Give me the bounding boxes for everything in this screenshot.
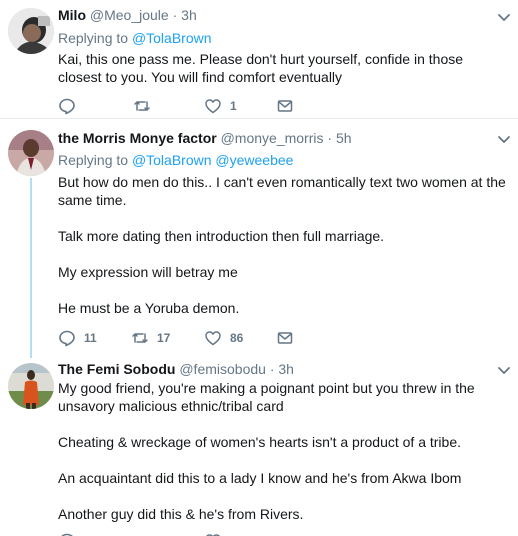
- timestamp[interactable]: 3h: [181, 7, 197, 23]
- display-name[interactable]: The Femi Sobodu: [58, 361, 175, 377]
- display-name[interactable]: the Morris Monye factor: [58, 130, 217, 146]
- handle[interactable]: @Meo_joule: [90, 7, 169, 23]
- thread-line: [30, 178, 32, 358]
- like-count: 86: [230, 331, 244, 345]
- tweet-paragraph: He must be a Yoruba demon.: [58, 300, 240, 316]
- tweet-paragraph: An acquaintant did this to a lady I know…: [58, 470, 462, 486]
- mention-link[interactable]: @TolaBrown: [132, 152, 212, 168]
- replying-to: Replying to @TolaBrown @yeweebee: [58, 152, 293, 168]
- like-button[interactable]: 1: [204, 96, 237, 116]
- tweet-header: Milo @Meo_joule · 3h: [58, 7, 197, 23]
- direct-message-button[interactable]: [276, 328, 294, 348]
- separator-dot: ·: [327, 130, 333, 146]
- tweet-paragraph: But how do men do this.. I can't even ro…: [58, 174, 506, 208]
- avatar[interactable]: [8, 8, 54, 54]
- chevron-down-icon[interactable]: [497, 13, 511, 23]
- tweet-paragraph: Kai, this one pass me. Please don't hurt…: [58, 51, 464, 85]
- avatar-image: [8, 130, 54, 176]
- like-icon: [205, 99, 221, 114]
- tweet-paragraph: Talk more dating then introduction then …: [58, 228, 385, 244]
- replying-to-label: Replying to: [58, 152, 129, 168]
- reply-button[interactable]: [58, 96, 84, 116]
- tweet-text: But how do men do this.. I can't even ro…: [58, 173, 510, 317]
- retweet-count: 17: [157, 331, 171, 345]
- tweet-paragraph: My good friend, you're making a poignant…: [58, 380, 475, 414]
- tweet-actions: 1: [58, 96, 358, 116]
- timestamp[interactable]: 5h: [336, 130, 352, 146]
- avatar-image: [8, 363, 54, 409]
- replying-to: Replying to @TolaBrown: [58, 30, 212, 46]
- like-count: 1: [230, 99, 237, 113]
- avatar-image: [8, 8, 54, 54]
- retweet-button[interactable]: 17: [131, 328, 170, 348]
- like-button[interactable]: 86: [204, 328, 243, 348]
- retweet-button[interactable]: [131, 531, 149, 536]
- reply-count: 11: [84, 331, 97, 345]
- avatar[interactable]: [8, 130, 54, 176]
- retweet-icon: [131, 532, 149, 536]
- retweet-button[interactable]: [133, 96, 159, 116]
- chevron-down-icon[interactable]: [497, 366, 511, 376]
- tweet-milo[interactable]: Milo @Meo_joule · 3h Replying to @TolaBr…: [0, 0, 518, 118]
- chevron-down-icon[interactable]: [497, 135, 511, 145]
- retweet-icon: [134, 101, 150, 111]
- tweet-femi-sobodu[interactable]: The Femi Sobodu @femisobodu · 3h My good…: [0, 355, 518, 536]
- reply-button[interactable]: 11: [58, 328, 97, 348]
- tweet-actions: 11 17 86: [58, 328, 358, 348]
- replying-to-label: Replying to: [58, 30, 129, 46]
- mention-link[interactable]: @yeweebee: [215, 152, 293, 168]
- handle[interactable]: @femisobodu: [179, 361, 266, 377]
- tweet-paragraph: My expression will betray me: [58, 264, 238, 280]
- tweet-header: The Femi Sobodu @femisobodu · 3h: [58, 361, 294, 377]
- tweet-morris-monye[interactable]: the Morris Monye factor @monye_morris · …: [0, 119, 518, 358]
- separator-dot: ·: [172, 7, 178, 23]
- timestamp[interactable]: 3h: [278, 361, 294, 377]
- like-icon: [206, 534, 220, 536]
- like-button[interactable]: [204, 531, 222, 536]
- tweet-text: My good friend, you're making a poignant…: [58, 379, 510, 523]
- tweet-paragraph: Another guy did this & he's from Rivers.: [58, 506, 304, 522]
- separator-dot: ·: [269, 361, 275, 377]
- retweet-icon: [132, 333, 148, 343]
- reply-icon: [59, 330, 75, 347]
- like-icon: [205, 331, 221, 346]
- tweet-header: the Morris Monye factor @monye_morris · …: [58, 130, 352, 146]
- display-name[interactable]: Milo: [58, 7, 86, 23]
- tweet-text: Kai, this one pass me. Please don't hurt…: [58, 50, 510, 86]
- mention-link[interactable]: @TolaBrown: [132, 30, 212, 46]
- direct-message-button[interactable]: [276, 96, 294, 116]
- reply-icon: [59, 98, 75, 115]
- dm-icon: [277, 332, 293, 344]
- handle[interactable]: @monye_morris: [221, 130, 324, 146]
- reply-button[interactable]: [58, 531, 76, 536]
- avatar[interactable]: [8, 363, 54, 409]
- tweet-paragraph: Cheating & wreckage of women's hearts is…: [58, 434, 461, 450]
- tweet-actions: [58, 531, 358, 536]
- dm-icon: [277, 100, 293, 112]
- reply-icon: [61, 533, 73, 536]
